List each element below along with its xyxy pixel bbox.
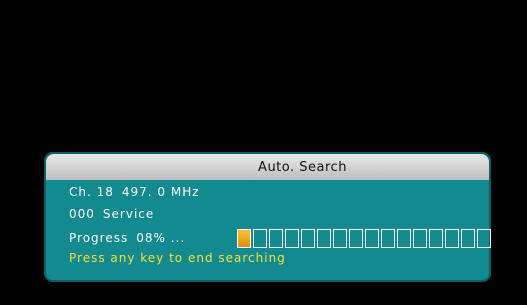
progress-cell-empty bbox=[365, 228, 379, 248]
progress-cell-empty bbox=[461, 228, 475, 248]
progress-cell-empty bbox=[317, 228, 331, 248]
progress-label: Progress bbox=[69, 231, 129, 245]
progress-cell-empty bbox=[349, 228, 363, 248]
service-label: Service bbox=[102, 207, 155, 221]
progress-cell-empty bbox=[333, 228, 347, 248]
tv-screen: Auto. Search Ch. 18 497. 0 MHz 000 Service… bbox=[0, 0, 527, 305]
dialog-title-bar: Auto. Search bbox=[46, 154, 489, 180]
progress-cell-empty bbox=[253, 228, 267, 248]
progress-cell-empty bbox=[429, 228, 443, 248]
progress-cell-filled bbox=[237, 228, 251, 248]
progress-label-group: Progress 08% ... bbox=[69, 229, 237, 247]
progress-cell-empty bbox=[477, 228, 491, 248]
progress-cell-empty bbox=[285, 228, 299, 248]
progress-cell-empty bbox=[413, 228, 427, 248]
service-count: 000 bbox=[69, 207, 95, 221]
auto-search-dialog: Auto. Search Ch. 18 497. 0 MHz 000 Service… bbox=[44, 152, 491, 282]
progress-cell-empty bbox=[445, 228, 459, 248]
end-search-hint: Press any key to end searching bbox=[69, 251, 286, 265]
progress-row: Progress 08% ... bbox=[69, 227, 491, 249]
service-row: 000 Service bbox=[69, 205, 491, 227]
frequency-value: 497. 0 MHz bbox=[121, 185, 200, 199]
dialog-title: Auto. Search bbox=[258, 159, 347, 175]
progress-cell-empty bbox=[301, 228, 315, 248]
progress-cell-empty bbox=[269, 228, 283, 248]
channel-row: Ch. 18 497. 0 MHz bbox=[69, 183, 491, 205]
progress-cell-empty bbox=[381, 228, 395, 248]
progress-bar bbox=[237, 228, 491, 248]
channel-label: Ch. 18 bbox=[69, 185, 114, 199]
progress-cell-empty bbox=[397, 228, 411, 248]
dialog-body: Ch. 18 497. 0 MHz 000 Service Progress 08% … bbox=[44, 180, 491, 265]
progress-percent: 08% ... bbox=[136, 231, 186, 245]
